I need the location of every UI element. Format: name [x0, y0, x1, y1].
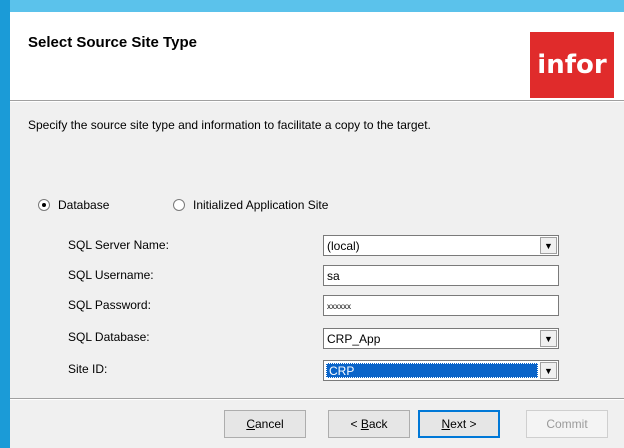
next-button[interactable]: Next > — [418, 410, 500, 438]
cancel-button[interactable]: Cancel — [224, 410, 306, 438]
sql-username-label: SQL Username: — [68, 268, 154, 282]
footer-divider — [10, 398, 624, 400]
cancel-button-accel: C — [246, 417, 255, 431]
radio-database-indicator[interactable] — [38, 199, 50, 211]
radio-database[interactable]: Database — [38, 198, 109, 212]
infor-logo: infor — [530, 32, 614, 98]
radio-initialized-site[interactable]: Initialized Application Site — [173, 198, 328, 212]
sql-password-label: SQL Password: — [68, 298, 151, 312]
sql-username-input[interactable]: sa — [323, 265, 559, 286]
sql-username-value: sa — [327, 269, 340, 283]
back-button-label: ack — [368, 417, 388, 431]
wizard-header: Select Source Site Type infor — [10, 12, 624, 100]
site-id-combo[interactable]: CRP ▼ — [323, 360, 559, 381]
site-id-value: CRP — [326, 363, 538, 378]
next-button-label: ext > — [450, 417, 477, 431]
chevron-down-icon[interactable]: ▼ — [540, 362, 557, 379]
commit-button[interactable]: Commit — [526, 410, 608, 438]
sql-password-input[interactable]: xxxxxx — [323, 295, 559, 316]
back-button-pre: < — [350, 417, 361, 431]
chevron-down-icon[interactable]: ▼ — [540, 330, 557, 347]
radio-initialized-site-indicator[interactable] — [173, 199, 185, 211]
window-top-border — [0, 0, 624, 12]
chevron-down-icon[interactable]: ▼ — [540, 237, 557, 254]
cancel-button-label: ancel — [254, 417, 284, 431]
page-title: Select Source Site Type — [28, 34, 197, 51]
header-divider — [10, 100, 624, 102]
window-left-border — [0, 0, 10, 448]
commit-button-label: Commit — [546, 417, 588, 431]
sql-server-name-label: SQL Server Name: — [68, 238, 169, 252]
sql-server-name-combo[interactable]: (local) ▼ — [323, 235, 559, 256]
sql-database-value: CRP_App — [327, 332, 381, 346]
back-button[interactable]: < Back — [328, 410, 410, 438]
radio-initialized-site-label[interactable]: Initialized Application Site — [193, 198, 328, 212]
radio-database-label[interactable]: Database — [58, 198, 109, 212]
sql-database-label: SQL Database: — [68, 330, 150, 344]
back-button-accel: B — [360, 417, 369, 431]
sql-server-name-value: (local) — [327, 239, 360, 253]
sql-database-combo[interactable]: CRP_App ▼ — [323, 328, 559, 349]
page-description: Specify the source site type and informa… — [28, 118, 431, 132]
sql-password-masked-value: xxxxxx — [327, 302, 351, 311]
next-button-accel: N — [441, 417, 451, 431]
site-id-label: Site ID: — [68, 362, 108, 376]
